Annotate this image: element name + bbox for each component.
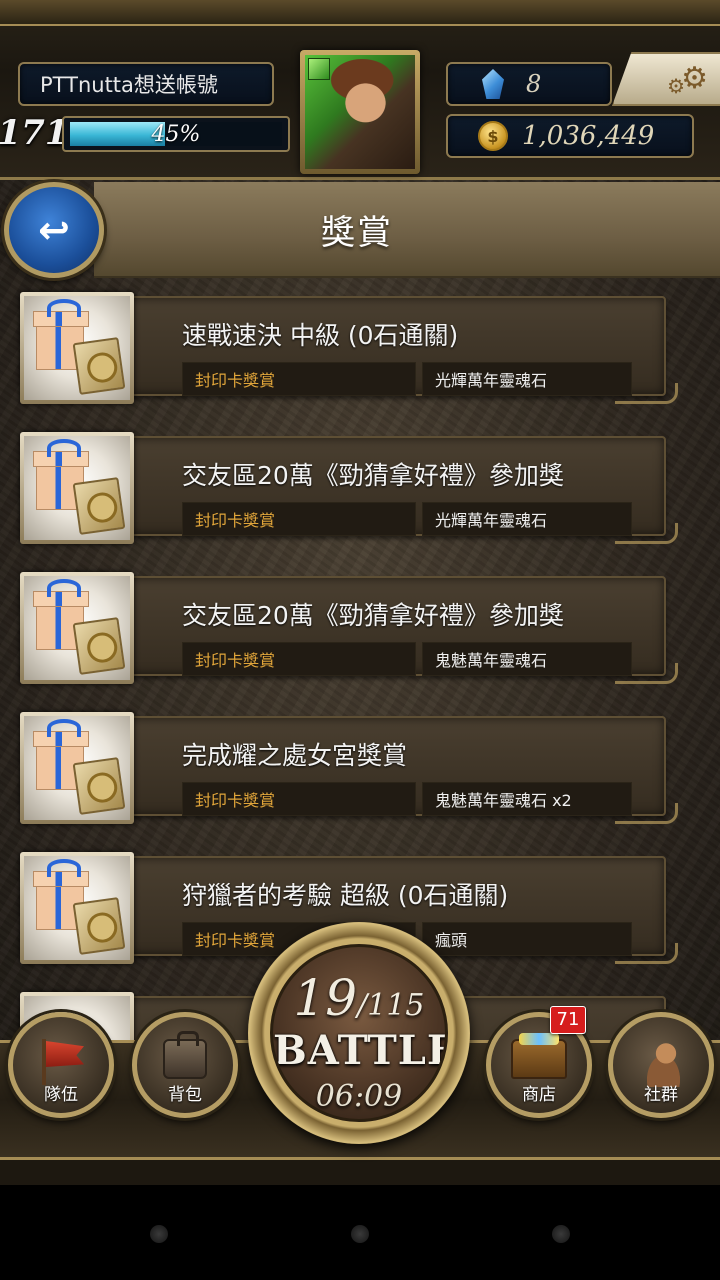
nav-shop-label: 商店 [522,1085,556,1105]
exp-percent: 45% [151,121,201,147]
treasure-chest-icon [511,1033,567,1079]
exp-bar-track: 45% [70,121,282,147]
reward-name: 交友區20萬《勁猜拿好禮》參加獎 [182,601,564,630]
reward-icon-frame [20,852,134,964]
player-name-plate: PTTnutta想送帳號 [18,62,274,106]
reward-icon-frame [20,292,134,404]
system-nav-bar [0,1185,720,1280]
title-bar: 獎賞 [94,182,720,278]
gift-box-icon [24,856,130,960]
red-flag-icon [36,1039,86,1085]
game-screen: PTTnutta想送帳號 171 45% 8 $ 1,036,449 ⚙ ⚙ 獎… [0,0,720,1185]
battle-button[interactable]: 19/115 BATTLE 06:09 [248,922,470,1144]
gift-box-icon [24,576,130,680]
reward-panel: 速戰速決 中級 (0石通關) 封印卡獎賞 光輝萬年靈魂石 [120,296,678,404]
leader-avatar [305,55,415,169]
reward-panel: 完成耀之處女宮獎賞 封印卡獎賞 鬼魅萬年靈魂石 x2 [120,716,678,824]
reward-row[interactable]: 交友區20萬《勁猜拿好禮》參加獎 封印卡獎賞 鬼魅萬年靈魂石 [0,570,720,690]
reward-detail: 光輝萬年靈魂石 [422,502,632,536]
coin-symbol: $ [487,126,499,146]
reward-name: 速戰速決 中級 (0石通關) [182,321,459,350]
coin-count: 1,036,449 [522,121,655,151]
nav-social-button[interactable]: 社群 [608,1012,714,1118]
player-level: 171 [0,113,69,153]
gift-box-icon [24,296,130,400]
gift-box-icon [24,436,130,540]
system-recents-dot[interactable] [552,1225,570,1243]
back-button[interactable]: ↩ [4,182,104,278]
coin-icon: $ [478,121,508,151]
seal-card-shape [72,757,126,815]
gem-count: 8 [526,70,542,98]
stamina-current: 19 [293,969,358,1027]
reward-type: 封印卡獎賞 [182,642,416,676]
reward-icon-frame [20,432,134,544]
nav-bag-button[interactable]: 背包 [132,1012,238,1118]
nav-bag-label: 背包 [168,1085,202,1105]
reward-type: 封印卡獎賞 [182,502,416,536]
battle-button-core: 19/115 BATTLE 06:09 [270,944,448,1122]
reward-detail: 瘋頭 [422,922,632,956]
reward-type: 封印卡獎賞 [182,362,416,396]
reward-row[interactable]: 交友區20萬《勁猜拿好禮》參加獎 封印卡獎賞 光輝萬年靈魂石 [0,430,720,550]
reward-type: 封印卡獎賞 [182,782,416,816]
gem-counter: 8 [446,62,612,106]
settings-button[interactable]: ⚙ ⚙ [612,52,720,106]
nav-social-label: 社群 [644,1085,678,1105]
exp-bar: 45% [62,116,290,152]
stamina-readout: 19/115 [273,969,445,1027]
nav-team-button[interactable]: 隊伍 [8,1012,114,1118]
reward-name: 完成耀之處女宮獎賞 [182,741,408,770]
seal-card-shape [72,337,126,395]
seal-card-shape [72,477,126,535]
gear-icon: ⚙ [681,61,708,96]
player-name: PTTnutta想送帳號 [40,73,218,97]
battle-label: BATTLE [273,1027,448,1074]
status-header: PTTnutta想送帳號 171 45% 8 $ 1,036,449 ⚙ ⚙ [0,0,720,180]
seal-card-shape [72,617,126,675]
back-arrow-icon: ↩ [38,208,70,252]
reward-name: 狩獵者的考驗 超級 (0石通關) [182,881,509,910]
coin-counter: $ 1,036,449 [446,114,694,158]
stamina-timer: 06:09 [315,1079,403,1114]
gift-box-icon [24,716,130,820]
reward-detail: 鬼魅萬年靈魂石 x2 [422,782,632,816]
reward-detail: 光輝萬年靈魂石 [422,362,632,396]
system-back-dot[interactable] [150,1225,168,1243]
page-title: 獎賞 [321,212,393,253]
reward-icon-frame [20,712,134,824]
shop-notification-badge: 71 [550,1006,586,1034]
reward-icon-frame [20,572,134,684]
reward-panel: 交友區20萬《勁猜拿好禮》參加獎 封印卡獎賞 光輝萬年靈魂石 [120,436,678,544]
gem-icon [482,69,504,99]
reward-row[interactable]: 速戰速決 中級 (0石通關) 封印卡獎賞 光輝萬年靈魂石 [0,290,720,410]
bottom-nav-base [0,1160,720,1185]
reward-row[interactable]: 完成耀之處女宮獎賞 封印卡獎賞 鬼魅萬年靈魂石 x2 [0,710,720,830]
nav-team-label: 隊伍 [44,1085,78,1105]
reward-detail: 鬼魅萬年靈魂石 [422,642,632,676]
leader-avatar-frame[interactable] [300,50,420,174]
seal-card-shape [72,897,126,955]
backpack-icon [163,1031,207,1079]
system-home-dot[interactable] [351,1225,369,1243]
reward-panel: 交友區20萬《勁猜拿好禮》參加獎 封印卡獎賞 鬼魅萬年靈魂石 [120,576,678,684]
reward-name: 交友區20萬《勁猜拿好禮》參加獎 [182,461,564,490]
header-ornament [0,0,720,26]
stamina-max: /115 [357,988,425,1023]
